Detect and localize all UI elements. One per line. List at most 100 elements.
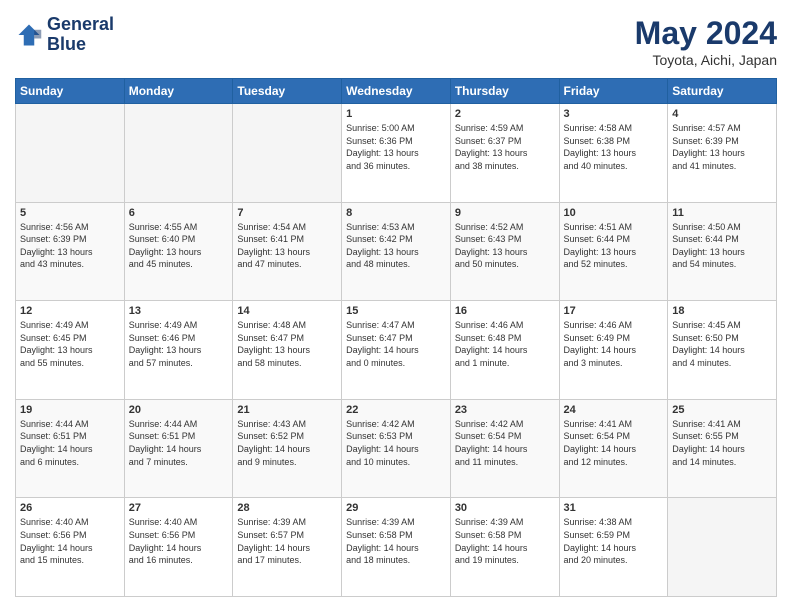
day-info: Sunrise: 4:42 AM Sunset: 6:53 PM Dayligh… — [346, 418, 446, 468]
day-info: Sunrise: 4:39 AM Sunset: 6:58 PM Dayligh… — [455, 516, 555, 566]
day-info: Sunrise: 4:47 AM Sunset: 6:47 PM Dayligh… — [346, 319, 446, 369]
calendar-cell: 9Sunrise: 4:52 AM Sunset: 6:43 PM Daylig… — [450, 202, 559, 301]
calendar-cell: 5 Sunrise: 4:56 AM Sunset: 6:39 PM Daylig… — [16, 202, 125, 301]
column-header-thursday: Thursday — [450, 79, 559, 104]
column-header-saturday: Saturday — [668, 79, 777, 104]
day-info: Sunrise: 4:44 AM Sunset: 6:51 PM Dayligh… — [129, 418, 229, 468]
day-number: 27 — [129, 502, 229, 514]
day-number: 4 — [672, 108, 772, 120]
column-header-wednesday: Wednesday — [342, 79, 451, 104]
day-info: Sunrise: 4:49 AM Sunset: 6:46 PM Dayligh… — [129, 319, 229, 369]
day-info: Sunrise: 4:53 AM Sunset: 6:42 PM Dayligh… — [346, 221, 446, 271]
calendar-cell: 30Sunrise: 4:39 AM Sunset: 6:58 PM Dayli… — [450, 498, 559, 597]
calendar-cell: 17 Sunrise: 4:46 AM Sunset: 6:49 PM Dayli… — [559, 301, 668, 400]
calendar-cell: 8Sunrise: 4:53 AM Sunset: 6:42 PM Daylig… — [342, 202, 451, 301]
day-number: 18 — [672, 305, 772, 317]
calendar-table: SundayMondayTuesdayWednesdayThursdayFrid… — [15, 78, 777, 597]
logo-icon — [15, 21, 43, 49]
day-info: Sunrise: 4:49 AM Sunset: 6:45 PM Dayligh… — [20, 319, 120, 369]
calendar-cell: 4 Sunrise: 4:57 AM Sunset: 6:39 PM Daylig… — [668, 104, 777, 203]
calendar-cell — [668, 498, 777, 597]
page: General Blue May 2024 Toyota, Aichi, Jap… — [0, 0, 792, 612]
day-number: 3 — [564, 108, 664, 120]
day-info: Sunrise: 4:43 AM Sunset: 6:52 PM Dayligh… — [237, 418, 337, 468]
calendar-cell: 14Sunrise: 4:48 AM Sunset: 6:47 PM Dayli… — [233, 301, 342, 400]
day-number: 25 — [672, 404, 772, 416]
logo: General Blue — [15, 15, 114, 55]
day-info: Sunrise: 4:46 AM Sunset: 6:48 PM Dayligh… — [455, 319, 555, 369]
calendar-cell: 12 Sunrise: 4:49 AM Sunset: 6:45 PM Dayli… — [16, 301, 125, 400]
subtitle: Toyota, Aichi, Japan — [635, 52, 777, 68]
day-number: 1 — [346, 108, 446, 120]
logo-text: General Blue — [47, 15, 114, 55]
calendar-cell: 11 Sunrise: 4:50 AM Sunset: 6:44 PM Dayli… — [668, 202, 777, 301]
day-info: Sunrise: 4:58 AM Sunset: 6:38 PM Dayligh… — [564, 122, 664, 172]
day-number: 24 — [564, 404, 664, 416]
calendar-cell: 22 Sunrise: 4:42 AM Sunset: 6:53 PM Dayli… — [342, 399, 451, 498]
day-number: 26 — [20, 502, 120, 514]
day-number: 23 — [455, 404, 555, 416]
calendar-cell: 15 Sunrise: 4:47 AM Sunset: 6:47 PM Dayli… — [342, 301, 451, 400]
calendar-cell: 29Sunrise: 4:39 AM Sunset: 6:58 PM Dayli… — [342, 498, 451, 597]
day-number: 2 — [455, 108, 555, 120]
day-number: 11 — [672, 207, 772, 219]
day-info: Sunrise: 4:41 AM Sunset: 6:55 PM Dayligh… — [672, 418, 772, 468]
day-info: Sunrise: 4:45 AM Sunset: 6:50 PM Dayligh… — [672, 319, 772, 369]
column-header-sunday: Sunday — [16, 79, 125, 104]
day-info: Sunrise: 4:59 AM Sunset: 6:37 PM Dayligh… — [455, 122, 555, 172]
day-info: Sunrise: 4:52 AM Sunset: 6:43 PM Dayligh… — [455, 221, 555, 271]
day-info: Sunrise: 4:48 AM Sunset: 6:47 PM Dayligh… — [237, 319, 337, 369]
calendar-cell: 26 Sunrise: 4:40 AM Sunset: 6:56 PM Dayli… — [16, 498, 125, 597]
day-info: Sunrise: 4:55 AM Sunset: 6:40 PM Dayligh… — [129, 221, 229, 271]
column-header-friday: Friday — [559, 79, 668, 104]
column-header-tuesday: Tuesday — [233, 79, 342, 104]
calendar-cell: 21Sunrise: 4:43 AM Sunset: 6:52 PM Dayli… — [233, 399, 342, 498]
calendar-cell: 25 Sunrise: 4:41 AM Sunset: 6:55 PM Dayli… — [668, 399, 777, 498]
day-info: Sunrise: 4:38 AM Sunset: 6:59 PM Dayligh… — [564, 516, 664, 566]
day-number: 15 — [346, 305, 446, 317]
calendar-cell: 31Sunrise: 4:38 AM Sunset: 6:59 PM Dayli… — [559, 498, 668, 597]
calendar-cell: 24 Sunrise: 4:41 AM Sunset: 6:54 PM Dayli… — [559, 399, 668, 498]
day-info: Sunrise: 4:54 AM Sunset: 6:41 PM Dayligh… — [237, 221, 337, 271]
calendar-cell: 20Sunrise: 4:44 AM Sunset: 6:51 PM Dayli… — [124, 399, 233, 498]
calendar-cell: 23 Sunrise: 4:42 AM Sunset: 6:54 PM Dayli… — [450, 399, 559, 498]
day-info: Sunrise: 4:40 AM Sunset: 6:56 PM Dayligh… — [20, 516, 120, 566]
day-number: 16 — [455, 305, 555, 317]
day-info: Sunrise: 4:51 AM Sunset: 6:44 PM Dayligh… — [564, 221, 664, 271]
header: General Blue May 2024 Toyota, Aichi, Jap… — [15, 15, 777, 68]
day-info: Sunrise: 4:39 AM Sunset: 6:58 PM Dayligh… — [346, 516, 446, 566]
calendar-cell: 10Sunrise: 4:51 AM Sunset: 6:44 PM Dayli… — [559, 202, 668, 301]
calendar-cell: 13 Sunrise: 4:49 AM Sunset: 6:46 PM Dayli… — [124, 301, 233, 400]
day-number: 12 — [20, 305, 120, 317]
week-row-3: 12 Sunrise: 4:49 AM Sunset: 6:45 PM Dayli… — [16, 301, 777, 400]
calendar-cell: 1 Sunrise: 5:00 AM Sunset: 6:36 PM Daylig… — [342, 104, 451, 203]
calendar-cell: 27Sunrise: 4:40 AM Sunset: 6:56 PM Dayli… — [124, 498, 233, 597]
day-number: 28 — [237, 502, 337, 514]
day-info: Sunrise: 5:00 AM Sunset: 6:36 PM Dayligh… — [346, 122, 446, 172]
day-number: 7 — [237, 207, 337, 219]
day-number: 13 — [129, 305, 229, 317]
week-row-4: 19 Sunrise: 4:44 AM Sunset: 6:51 PM Dayli… — [16, 399, 777, 498]
day-info: Sunrise: 4:57 AM Sunset: 6:39 PM Dayligh… — [672, 122, 772, 172]
week-row-5: 26 Sunrise: 4:40 AM Sunset: 6:56 PM Dayli… — [16, 498, 777, 597]
calendar-cell: 2 Sunrise: 4:59 AM Sunset: 6:37 PM Daylig… — [450, 104, 559, 203]
calendar-cell: 19 Sunrise: 4:44 AM Sunset: 6:51 PM Dayli… — [16, 399, 125, 498]
title-section: May 2024 Toyota, Aichi, Japan — [635, 15, 777, 68]
day-info: Sunrise: 4:39 AM Sunset: 6:57 PM Dayligh… — [237, 516, 337, 566]
calendar-cell — [233, 104, 342, 203]
day-number: 22 — [346, 404, 446, 416]
day-info: Sunrise: 4:56 AM Sunset: 6:39 PM Dayligh… — [20, 221, 120, 271]
day-info: Sunrise: 4:50 AM Sunset: 6:44 PM Dayligh… — [672, 221, 772, 271]
calendar-cell: 16 Sunrise: 4:46 AM Sunset: 6:48 PM Dayli… — [450, 301, 559, 400]
day-number: 6 — [129, 207, 229, 219]
day-info: Sunrise: 4:41 AM Sunset: 6:54 PM Dayligh… — [564, 418, 664, 468]
day-number: 17 — [564, 305, 664, 317]
day-number: 19 — [20, 404, 120, 416]
day-info: Sunrise: 4:42 AM Sunset: 6:54 PM Dayligh… — [455, 418, 555, 468]
day-info: Sunrise: 4:44 AM Sunset: 6:51 PM Dayligh… — [20, 418, 120, 468]
header-row: SundayMondayTuesdayWednesdayThursdayFrid… — [16, 79, 777, 104]
day-info: Sunrise: 4:46 AM Sunset: 6:49 PM Dayligh… — [564, 319, 664, 369]
day-number: 5 — [20, 207, 120, 219]
calendar-cell — [124, 104, 233, 203]
week-row-1: 1 Sunrise: 5:00 AM Sunset: 6:36 PM Daylig… — [16, 104, 777, 203]
